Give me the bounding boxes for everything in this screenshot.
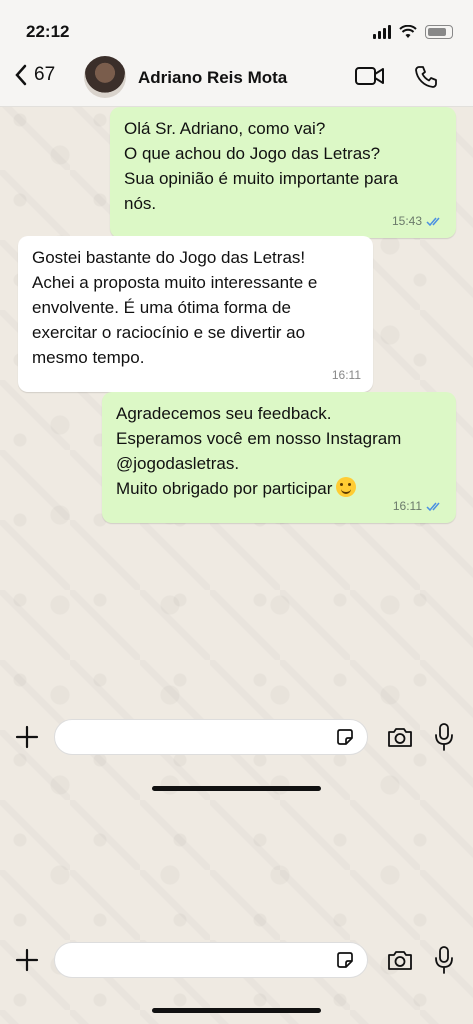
message-text: Olá Sr. Adriano, como vai? xyxy=(124,119,326,138)
message-text: mesmo tempo. xyxy=(32,348,145,367)
message-bubble-outgoing[interactable]: Agradecemos seu feedback. Esperamos você… xyxy=(102,392,456,523)
message-text: @jogodasletras. xyxy=(116,454,240,473)
back-button[interactable]: 67 xyxy=(14,64,55,86)
message-text: O que achou do Jogo das Letras? xyxy=(124,144,381,163)
home-indicator xyxy=(152,1008,321,1013)
camera-icon[interactable] xyxy=(386,725,414,749)
status-bar: 22:12 xyxy=(0,0,473,50)
camera-icon[interactable] xyxy=(386,948,414,972)
message-text: exercitar o raciocínio e se divertir ao xyxy=(32,323,306,342)
message-bubble-outgoing[interactable]: Olá Sr. Adriano, como vai? O que achou d… xyxy=(110,107,456,238)
battery-icon xyxy=(425,25,453,39)
microphone-icon[interactable] xyxy=(434,945,454,975)
message-time: 16:11 xyxy=(392,499,422,513)
message-input-bar xyxy=(0,708,473,768)
read-ticks-icon xyxy=(426,217,440,226)
sticker-icon[interactable] xyxy=(335,950,355,970)
message-text: envolvente. É uma ótima forma de xyxy=(32,298,291,317)
plus-icon[interactable] xyxy=(14,724,40,750)
message-input-bar xyxy=(0,931,473,991)
video-call-icon[interactable] xyxy=(354,65,386,87)
plus-icon[interactable] xyxy=(14,947,40,973)
message-text: Muito obrigado por participar xyxy=(116,479,333,498)
signal-icon xyxy=(373,25,391,39)
read-ticks-icon xyxy=(426,502,440,511)
message-bubble-incoming[interactable]: Gostei bastante do Jogo das Letras! Ache… xyxy=(18,236,373,392)
phone-call-icon[interactable] xyxy=(414,65,438,89)
unread-count: 67 xyxy=(34,64,56,85)
chat-header: 67 Adriano Reis Mota xyxy=(0,50,473,107)
message-input[interactable] xyxy=(54,719,368,755)
contact-avatar[interactable] xyxy=(84,56,126,98)
microphone-icon[interactable] xyxy=(434,722,454,752)
message-time: 16:11 xyxy=(331,368,361,382)
sticker-icon[interactable] xyxy=(335,727,355,747)
message-input[interactable] xyxy=(54,942,368,978)
home-indicator xyxy=(152,786,321,791)
status-time: 22:12 xyxy=(26,22,70,41)
message-text: Agradecemos seu feedback. xyxy=(116,404,332,423)
message-meta: 16:11 xyxy=(393,494,444,519)
message-text: Esperamos você em nosso Instagram xyxy=(116,429,402,448)
message-text: Gostei bastante do Jogo das Letras! xyxy=(32,248,306,267)
message-meta: 15:43 xyxy=(392,209,444,234)
message-text: Sua opinião é muito importante para xyxy=(124,169,399,188)
message-time: 15:43 xyxy=(391,214,422,228)
chevron-left-icon xyxy=(15,64,27,86)
status-icons xyxy=(373,25,453,39)
smiling-face-emoji-icon xyxy=(336,477,357,497)
message-text: Achei a proposta muito interessante e xyxy=(32,273,318,292)
message-meta: 16:11 xyxy=(332,363,361,388)
contact-name[interactable]: Adriano Reis Mota xyxy=(138,68,287,88)
wifi-icon xyxy=(399,25,417,38)
